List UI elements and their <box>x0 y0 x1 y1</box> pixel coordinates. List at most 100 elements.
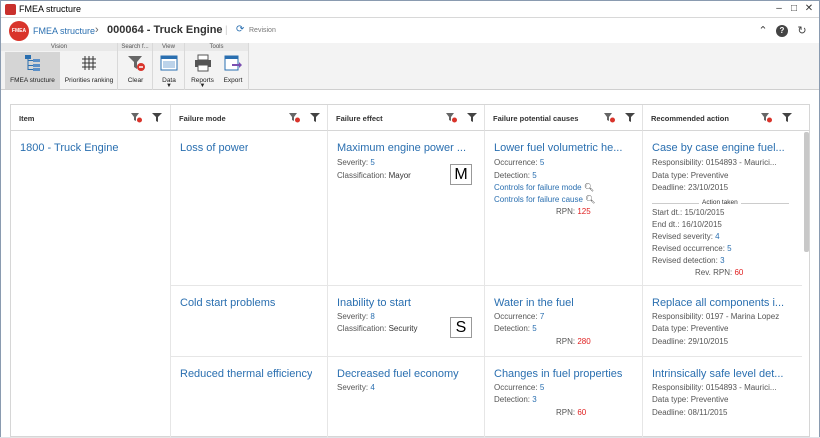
collapse-icon[interactable]: ⌃ <box>757 25 769 37</box>
fmea-structure-button[interactable]: FMEA structure <box>5 52 60 89</box>
failure-effect-cell[interactable]: Inability to start Severity: 8 Classific… <box>328 286 485 357</box>
item-name[interactable]: 1800 - Truck Engine <box>20 142 118 154</box>
responsibility-line: Responsibility: 0197 - Marina Lopez <box>652 312 780 321</box>
deadline-line: Deadline: 08/11/2015 <box>652 408 728 417</box>
failure-mode-cell[interactable]: Cold start problems <box>171 286 328 357</box>
action-title[interactable]: Replace all components i... <box>652 297 792 309</box>
column-title: Failure mode <box>179 114 226 123</box>
recommended-action-cell[interactable]: Case by case engine fuel... Responsibili… <box>643 131 802 286</box>
filter-icon[interactable] <box>152 112 163 123</box>
ribbon-group-search: Search f... Clear <box>118 43 153 90</box>
column-title: Recommended action <box>651 114 729 123</box>
occurrence-line: Occurrence: 5 <box>494 383 545 392</box>
severity-line: Severity: 8 <box>337 312 375 321</box>
controls-failure-cause-link[interactable]: Controls for failure cause 🔍︎ <box>494 195 595 204</box>
classification-line: Classification: Security <box>337 324 418 333</box>
rpn-line: RPN: 125 <box>556 207 591 216</box>
app-logo: FMEA <box>9 21 29 41</box>
breadcrumb-fmea-structure[interactable]: FMEA structure <box>33 26 95 36</box>
classification-badge: M <box>450 164 472 185</box>
failure-cause-cell[interactable]: Lower fuel volumetric he... Occurrence: … <box>485 131 643 286</box>
failure-cause-cell[interactable]: Water in the fuel Occurrence: 7 Detectio… <box>485 286 643 357</box>
controls-failure-mode-link[interactable]: Controls for failure mode 🔍︎ <box>494 183 594 192</box>
export-label: Export <box>223 77 243 84</box>
classification-line: Classification: Mayor <box>337 171 411 180</box>
clear-filter-button[interactable]: Clear <box>120 52 151 89</box>
dropdown-arrow-icon: ▼ <box>199 83 206 89</box>
ribbon-group-label: View <box>153 43 184 51</box>
failure-mode-title[interactable]: Cold start problems <box>180 297 275 309</box>
revised-rpn-line: Rev. RPN: 60 <box>695 268 744 277</box>
clear-filter-icon[interactable] <box>761 112 772 123</box>
clear-filter-icon[interactable] <box>289 112 300 123</box>
failure-effect-title[interactable]: Maximum engine power ... <box>337 142 477 154</box>
minimize-button[interactable]: – <box>772 2 786 15</box>
priorities-ranking-label: Priorities ranking <box>64 77 114 84</box>
failure-effect-title[interactable]: Decreased fuel economy <box>337 368 459 380</box>
failure-mode-cell[interactable]: Loss of power <box>171 131 328 286</box>
ribbon-group-label: Search f... <box>118 43 152 51</box>
classification-badge: S <box>450 317 472 338</box>
window-title: FMEA structure <box>19 4 82 14</box>
failure-effect-cell[interactable]: Maximum engine power ... Severity: 5 Cla… <box>328 131 485 286</box>
filter-icon[interactable] <box>467 112 478 123</box>
revised-occurrence-line: Revised occurrence: 5 <box>652 244 732 253</box>
failure-mode-title[interactable]: Reduced thermal efficiency <box>180 368 312 380</box>
revised-severity-line: Revised severity: 4 <box>652 232 720 241</box>
rpn-line: RPN: 280 <box>556 337 591 346</box>
failure-cause-cell[interactable]: Changes in fuel properties Occurrence: 5… <box>485 357 643 438</box>
recommended-action-cell[interactable]: Intrinsically safe level det... Responsi… <box>643 357 802 438</box>
ribbon-group-view: View Data ▼ <box>153 43 185 90</box>
export-icon <box>224 55 242 71</box>
refresh-icon[interactable]: ↻ <box>796 25 808 37</box>
clear-filter-icon[interactable] <box>131 112 142 123</box>
revision-link[interactable]: Revision <box>249 27 276 34</box>
severity-line: Severity: 5 <box>337 158 375 167</box>
recommended-action-cell[interactable]: Replace all components i... Responsibili… <box>643 286 802 357</box>
filter-icon[interactable] <box>782 112 793 123</box>
revision-icon[interactable]: ⟳ <box>236 25 244 35</box>
magnifier-icon: 🔍︎ <box>585 195 596 204</box>
rpn-line: RPN: 60 <box>556 408 587 417</box>
failure-effect-title[interactable]: Inability to start <box>337 297 411 309</box>
failure-cause-title[interactable]: Lower fuel volumetric he... <box>494 142 636 154</box>
failure-effect-cell[interactable]: Decreased fuel economy Severity: 4 <box>328 357 485 438</box>
failure-mode-cell[interactable]: Reduced thermal efficiency <box>171 357 328 438</box>
title-bar: FMEA structure – □ ✕ <box>1 1 819 18</box>
responsibility-line: Responsibility: 0154893 - Maurici... <box>652 158 777 167</box>
filter-icon[interactable] <box>310 112 321 123</box>
ribbon-group-vision: Vision FMEA structure Priorities ranking <box>1 43 118 90</box>
action-title[interactable]: Intrinsically safe level det... <box>652 368 792 380</box>
data-type-line: Data type: Preventive <box>652 324 729 333</box>
start-date-line: Start dt.: 15/10/2015 <box>652 208 725 217</box>
export-button[interactable]: Export <box>219 52 247 89</box>
occurrence-line: Occurrence: 5 <box>494 158 545 167</box>
priorities-ranking-button[interactable]: Priorities ranking <box>62 52 116 89</box>
ribbon-group-label: Vision <box>1 43 117 51</box>
help-icon[interactable]: ? <box>776 25 788 37</box>
close-button[interactable]: ✕ <box>802 2 816 15</box>
maximize-button[interactable]: □ <box>787 2 801 15</box>
item-cell[interactable]: 1800 - Truck Engine <box>11 131 171 438</box>
vertical-scrollbar[interactable] <box>804 132 809 252</box>
failure-mode-title[interactable]: Loss of power <box>180 142 248 154</box>
clear-filter-icon[interactable] <box>604 112 615 123</box>
ribbon-group-label: Tools <box>185 43 248 51</box>
failure-cause-title[interactable]: Changes in fuel properties <box>494 368 622 380</box>
clear-filter-icon[interactable] <box>446 112 457 123</box>
occurrence-line: Occurrence: 7 <box>494 312 545 321</box>
reports-dropdown[interactable]: Reports ▼ <box>187 52 218 89</box>
filter-icon[interactable] <box>625 112 636 123</box>
action-title[interactable]: Case by case engine fuel... <box>652 142 792 154</box>
column-header-failure-causes: Failure potential causes <box>485 105 643 131</box>
revised-detection-line: Revised detection: 3 <box>652 256 725 265</box>
detection-line: Detection: 5 <box>494 171 537 180</box>
column-title: Failure potential causes <box>493 114 579 123</box>
failure-cause-title[interactable]: Water in the fuel <box>494 297 574 309</box>
main-content: Item Failure mode Failure effect Failure… <box>1 91 819 438</box>
magnifier-icon: 🔍︎ <box>583 183 594 192</box>
dropdown-arrow-icon: ▼ <box>166 83 172 89</box>
detection-line: Detection: 5 <box>494 324 537 333</box>
data-view-dropdown[interactable]: Data ▼ <box>155 52 183 89</box>
grid-icon <box>82 56 96 70</box>
